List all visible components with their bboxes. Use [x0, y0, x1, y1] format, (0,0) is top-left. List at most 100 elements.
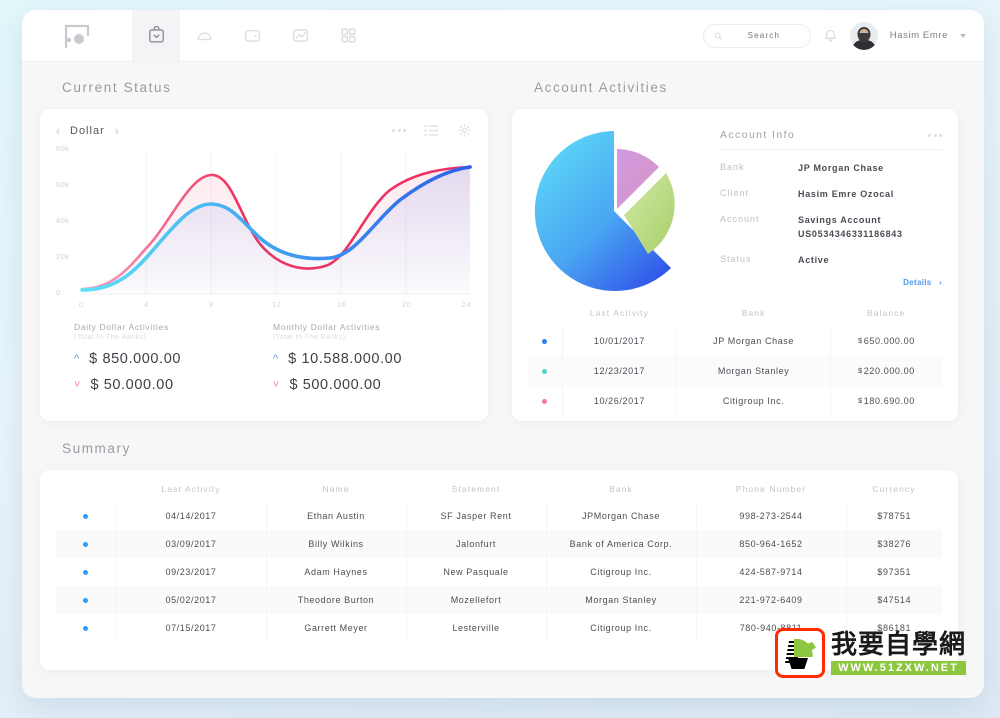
bell-icon[interactable]: [823, 28, 838, 43]
info-key-status: Status: [720, 253, 752, 264]
info-row-account: Account Savings Account US05343463311868…: [720, 214, 942, 242]
currency-symbol: $: [858, 336, 863, 345]
cell-date: 05/02/2017: [115, 586, 266, 614]
more-dots-icon[interactable]: [928, 133, 942, 137]
nav-dashboard[interactable]: [132, 10, 180, 61]
balance-value: 220.000.00: [863, 366, 915, 376]
y-tick-20k: 20k: [56, 252, 70, 261]
row-status-dot-cell: [56, 558, 116, 586]
row-status-dot-cell: [56, 614, 116, 642]
main-nav: [132, 10, 372, 61]
chevron-up-icon: ^: [273, 352, 279, 365]
stat-daily-up: ^ $ 850.000.00: [74, 351, 273, 367]
stat-daily-down: ˅ $ 50.000.00: [74, 377, 273, 393]
status-dot: [83, 542, 89, 547]
more-dots-icon[interactable]: [392, 129, 406, 132]
y-tick-40k: 40k: [56, 216, 70, 225]
row-status-dot-cell: [56, 530, 116, 558]
cloud-icon: [196, 32, 212, 41]
th-last-activity: Last Activity: [161, 484, 221, 494]
chevron-down-icon-stat: ˅: [74, 378, 81, 391]
search-box[interactable]: [702, 23, 811, 48]
currency-switcher: ‹ Dollar ›: [56, 125, 119, 137]
row-status-dot-cell: [56, 586, 116, 614]
chevron-right-icon[interactable]: ›: [115, 125, 119, 137]
search-input[interactable]: [728, 31, 800, 40]
table-row[interactable]: 03/09/2017 Billy Wilkins Jalonfurt Bank …: [56, 530, 942, 558]
table-row[interactable]: 04/14/2017 Ethan Austin SF Jasper Rent J…: [56, 502, 942, 530]
cell-phone: 850-964-1652: [695, 530, 846, 558]
account-activities-section: Account Activities Account Info Bank JP …: [512, 80, 958, 421]
account-pie-chart: [528, 123, 720, 300]
watermark-url-text: WWW.51ZXW.NET: [830, 660, 966, 675]
row-status-dot-cell: [528, 356, 562, 386]
table-row[interactable]: 09/23/2017 Adam Haynes New Pasquale Citi…: [56, 558, 942, 586]
cell-bank: Citigroup Inc.: [676, 386, 831, 416]
cell-date: 12/23/2017: [561, 356, 677, 386]
x-tick-4: 4: [144, 300, 149, 309]
table-row[interactable]: 12/23/2017 Morgan Stanley $220.000.00: [528, 356, 942, 386]
user-name: Hasim Emre: [889, 30, 948, 41]
cell-name: Theodore Burton: [265, 586, 406, 614]
watermark-text: 我要自學網 WWW.51ZXW.NET: [830, 628, 966, 678]
cell-statement: Mozellefort: [405, 586, 546, 614]
th-statement: Statement: [451, 484, 501, 494]
pie-chart-svg: [534, 131, 675, 291]
list-icon[interactable]: [424, 124, 439, 137]
stat-monthly-down-value: $ 500.000.00: [289, 377, 382, 393]
nav-apps[interactable]: [324, 10, 372, 61]
chevron-left-icon[interactable]: ‹: [56, 125, 60, 137]
table-row[interactable]: 05/02/2017 Theodore Burton Mozellefort M…: [56, 586, 942, 614]
header-right: Hasim Emre: [702, 10, 984, 61]
cell-statement: Jalonfurt: [405, 530, 546, 558]
cell-name: Billy Wilkins: [265, 530, 406, 558]
cell-bank: Morgan Stanley: [676, 356, 831, 386]
gear-icon[interactable]: [457, 123, 472, 138]
page-title-current-status: Current Status: [62, 80, 172, 95]
status-dot: [83, 626, 89, 631]
currency-symbol: $: [858, 396, 863, 405]
row-status-dot-cell: [56, 502, 116, 530]
balance-value: 650.000.00: [863, 336, 915, 346]
table-header-row: Last Activity Bank Balance: [528, 300, 942, 326]
cell-phone: 221-972-6409: [695, 586, 846, 614]
stat-daily: Daily Dollar Activities (Total In The Ba…: [74, 322, 273, 393]
cell-date: 09/23/2017: [115, 558, 266, 586]
nav-reports[interactable]: [276, 10, 324, 61]
chevron-down-icon[interactable]: [960, 33, 966, 38]
page-title-summary: Summary: [62, 441, 131, 456]
nav-wallet[interactable]: [228, 10, 276, 61]
account-activities-card: Account Info Bank JP Morgan Chase Client…: [512, 109, 958, 421]
cell-date: 10/26/2017: [561, 386, 677, 416]
stat-monthly-down: ˅ $ 500.000.00: [273, 377, 472, 393]
status-dot: [542, 339, 548, 344]
avatar[interactable]: [849, 21, 878, 50]
account-info: Account Info Bank JP Morgan Chase Client…: [720, 123, 942, 300]
cell-bank: Bank of America Corp.: [545, 530, 696, 558]
th-bank: Bank: [609, 484, 633, 494]
current-status-header: ‹ Dollar ›: [56, 123, 472, 138]
cell-statement: SF Jasper Rent: [405, 502, 546, 530]
account-info-title: Account Info: [720, 129, 796, 141]
current-status-section: Current Status ‹ Dollar › 80k 60k 40k 20…: [40, 80, 488, 421]
info-row-bank: Bank JP Morgan Chase: [720, 162, 942, 176]
chevron-right-icon: ›: [939, 277, 942, 287]
table-row[interactable]: 10/01/2017 JP Morgan Chase $650.000.00: [528, 326, 942, 356]
summary-table: Last Activity Name Statement Bank Phone …: [56, 476, 942, 642]
logo[interactable]: [22, 10, 132, 61]
th-phone: Phone Number: [735, 484, 807, 494]
stat-daily-subtitle: (Total In The Banks): [74, 334, 147, 341]
status-dot: [83, 598, 89, 603]
cell-phone: 998-273-2544: [695, 502, 846, 530]
status-stats: Daily Dollar Activities (Total In The Ba…: [56, 322, 472, 393]
details-link[interactable]: Details ›: [720, 278, 942, 287]
watermark-cn-text: 我要自學網: [830, 629, 966, 660]
chevron-up-icon: ^: [74, 352, 80, 365]
table-row[interactable]: 10/26/2017 Citigroup Inc. $180.690.00: [528, 386, 942, 416]
status-dot: [83, 570, 89, 575]
cell-name: Garrett Meyer: [265, 614, 406, 642]
x-tick-16: 16: [337, 300, 347, 309]
nav-cloud[interactable]: [180, 10, 228, 61]
info-value-bank: JP Morgan Chase: [798, 163, 884, 173]
currency-label: Dollar: [70, 124, 105, 137]
